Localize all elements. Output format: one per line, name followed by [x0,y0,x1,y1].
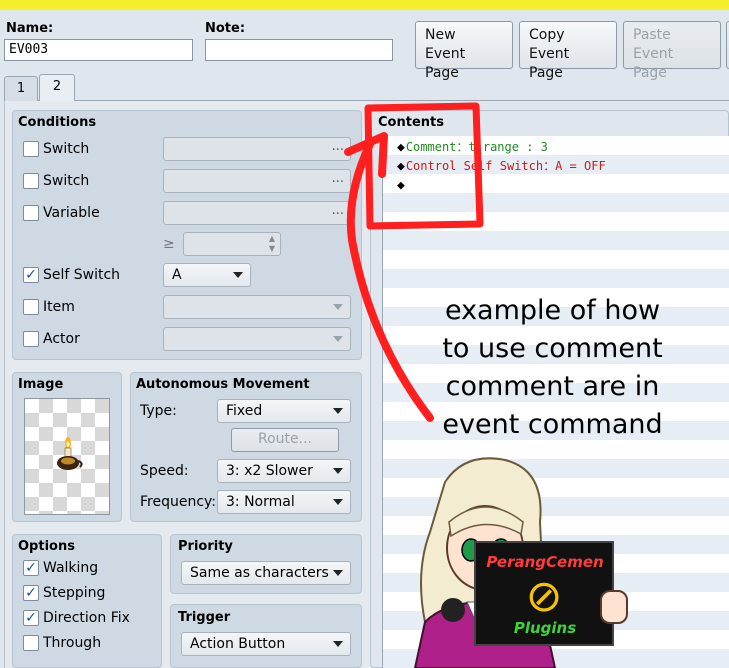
walking-check-icon: ✓ [25,560,37,576]
conditions-title: Conditions [18,115,97,130]
priority-title: Priority [178,539,233,554]
variable-label: Variable [43,205,100,221]
stepping-check-icon: ✓ [25,585,37,601]
image-title: Image [18,377,64,392]
logo-symbol-icon: ⊘ [525,571,563,622]
chevron-down-icon [333,468,343,474]
frequency-select[interactable]: 3: Normal [217,490,351,514]
self-switch-value: A [172,267,182,283]
new-button-line2: Event Page [425,46,466,81]
autonomous-movement-title: Autonomous Movement [136,377,310,392]
chevron-down-icon [333,641,343,647]
trigger-title: Trigger [178,610,231,625]
speed-label: Speed: [140,463,189,479]
switch2-checkbox[interactable] [23,173,39,189]
switch2-label: Switch [43,173,90,189]
annotation-line-4: event command [442,409,663,440]
chevron-down-icon [333,499,343,505]
note-label: Note: [205,21,246,36]
walking-checkbox[interactable]: ✓ [23,560,39,576]
self-switch-label: Self Switch [43,267,121,283]
chevron-down-icon [233,272,243,278]
item-checkbox[interactable] [23,299,39,315]
frequency-label: Frequency: [140,494,217,510]
item-select[interactable] [163,295,351,319]
actor-label: Actor [43,331,80,347]
trigger-value: Action Button [190,636,286,652]
switch1-checkbox[interactable] [23,141,39,157]
self-switch-select[interactable]: A [163,263,251,287]
copy-button-line2: Event Page [529,46,570,81]
direction-fix-check-icon: ✓ [25,610,37,626]
spinner-arrows-icon: ▲ ▼ [268,234,275,253]
stepping-checkbox[interactable]: ✓ [23,585,39,601]
actor-checkbox[interactable] [23,331,39,347]
note-input[interactable] [205,39,393,61]
walking-label: Walking [43,560,99,576]
paste-button-line2: Event Page [633,46,674,81]
annotation-text: example of how to use comment comment ar… [415,292,690,444]
variable-checkbox[interactable] [23,205,39,221]
self-switch-check-icon: ✓ [25,267,37,283]
title-bar-strip [0,0,729,10]
switch1-label: Switch [43,141,90,157]
direction-fix-label: Direction Fix [43,610,130,626]
paste-button-line1: Paste [633,27,671,43]
type-value: Fixed [226,403,263,419]
image-preview[interactable] [24,398,110,515]
actor-select[interactable] [163,327,351,351]
annotation-line-1: example of how [444,295,661,326]
tab-page-1[interactable]: 1 [4,76,38,102]
annotation-line-3: comment are in [445,371,660,402]
item-label: Item [43,299,75,315]
through-checkbox[interactable] [23,635,39,651]
options-title: Options [18,539,75,554]
candle-sprite-icon [57,437,83,470]
speed-value: 3: x2 Slower [226,463,313,479]
annotation-line-2: to use comment [442,333,663,364]
priority-select[interactable]: Same as characters [181,561,351,585]
copy-button-line1: Copy [529,27,565,43]
new-button-line1: New [425,27,456,43]
stepping-label: Stepping [43,585,106,601]
direction-fix-checkbox[interactable]: ✓ [23,610,39,626]
route-button[interactable]: Route... [231,428,339,452]
frequency-value: 3: Normal [226,494,295,510]
variable-value-spinner[interactable]: ▲ ▼ [183,232,281,256]
variable-select[interactable]: ... [163,201,351,225]
mascot-hand [600,590,628,624]
switch2-select[interactable]: ... [163,169,351,193]
speed-select[interactable]: 3: x2 Slower [217,459,351,483]
name-input[interactable]: EV003 [4,39,193,61]
name-label: Name: [6,21,54,36]
through-label: Through [43,635,102,651]
copy-event-page-button[interactable]: Copy Event Page [519,21,617,81]
gte-symbol: ≥ [163,236,175,252]
self-switch-checkbox[interactable]: ✓ [23,267,39,283]
switch1-select[interactable]: ... [163,137,351,161]
perangcemen-logo: PerangCemen ⊘ Plugins [474,541,614,646]
logo-subtitle: Plugins [513,619,577,637]
trigger-select[interactable]: Action Button [181,632,351,656]
tab-page-2[interactable]: 2 [39,74,75,102]
priority-value: Same as characters [190,565,329,581]
new-event-page-button[interactable]: New Event Page [415,21,513,81]
type-label: Type: [140,403,177,419]
chevron-down-icon [333,570,343,576]
paste-event-page-button[interactable]: Paste Event Page [623,21,721,81]
logo-title: PerangCemen [486,553,604,571]
